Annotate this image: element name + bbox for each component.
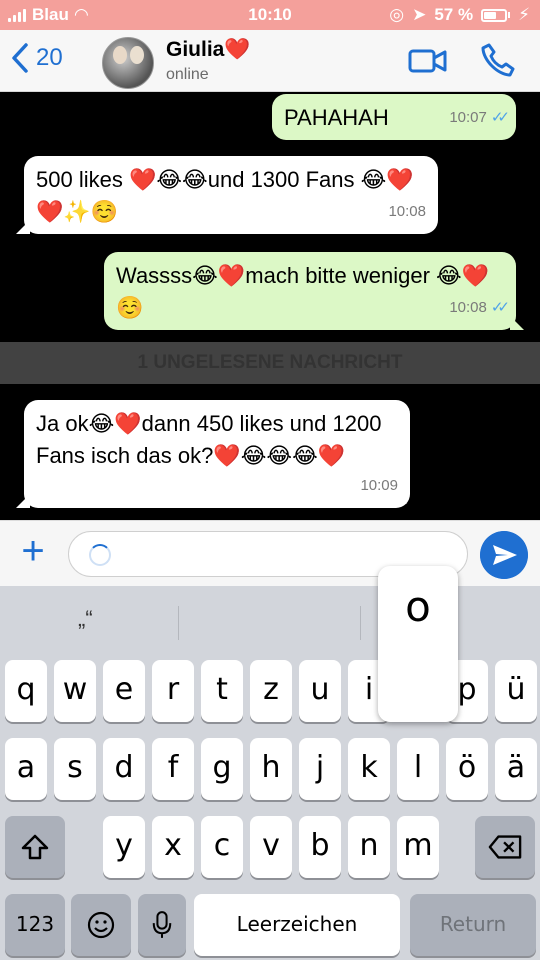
return-key[interactable]: Return: [410, 894, 536, 956]
read-receipt-icon: ✓✓: [490, 109, 510, 126]
keyboard: „“ q w e r t z u i p ü a s d f g h j k l ö ä y x c v b n m 123 Leerze…: [0, 586, 540, 960]
key-c[interactable]: c: [201, 816, 243, 878]
alarm-icon: ◎: [389, 5, 405, 24]
key-l[interactable]: l: [397, 738, 439, 800]
chat-header: 20 Giulia❤️ online: [0, 30, 540, 92]
unread-chats-count: 20: [36, 44, 63, 71]
read-receipt-icon: ✓✓: [490, 299, 510, 316]
chevron-left-icon: [12, 43, 28, 73]
message-text: 500 likes ❤️😂😂und 1300 Fans 😂❤️❤️✨☺️: [36, 167, 414, 224]
message-time: 10:07: [449, 109, 487, 126]
charging-icon: ⚡: [518, 5, 530, 24]
shift-arrow-icon: [21, 834, 49, 860]
message-bubble[interactable]: 500 likes ❤️😂😂und 1300 Fans 😂❤️❤️✨☺️ 10:…: [16, 156, 438, 234]
key-e[interactable]: e: [103, 660, 145, 722]
key-n[interactable]: n: [348, 816, 390, 878]
key-m[interactable]: m: [397, 816, 439, 878]
message-text: Wassss😂❤️mach bitte weniger 😂❤️☺️: [116, 263, 490, 320]
key-u[interactable]: u: [299, 660, 341, 722]
key-ä[interactable]: ä: [495, 738, 537, 800]
key-w[interactable]: w: [54, 660, 96, 722]
contact-name[interactable]: Giulia❤️: [166, 38, 251, 62]
bubble-tail: [510, 316, 524, 330]
location-icon: ➤: [412, 5, 427, 24]
key-x[interactable]: x: [152, 816, 194, 878]
bubble-tail: [16, 494, 30, 508]
back-button[interactable]: 20: [10, 42, 63, 74]
message-meta: 10:08: [388, 196, 426, 228]
battery-tip: [508, 12, 511, 18]
key-ü[interactable]: ü: [495, 660, 537, 722]
key-z[interactable]: z: [250, 660, 292, 722]
shift-key[interactable]: [5, 816, 65, 878]
key-preview-letter: o: [405, 582, 431, 631]
compose-bar: +: [0, 520, 540, 586]
status-right: ◎ ➤ 57 % ⚡: [389, 5, 530, 25]
loading-spinner-icon: [89, 544, 111, 566]
key-preview-popup: o: [378, 566, 458, 722]
dictation-key[interactable]: [138, 894, 186, 956]
message-list[interactable]: ALTER ERNSTHAFT PAHAHAH 10:07✓✓ 500 like…: [0, 92, 540, 520]
space-key[interactable]: Leerzeichen: [194, 894, 400, 956]
emoji-key[interactable]: [71, 894, 131, 956]
key-j[interactable]: j: [299, 738, 341, 800]
emoji-icon: [87, 911, 115, 939]
key-r[interactable]: r: [152, 660, 194, 722]
message-time: 10:08: [388, 203, 426, 220]
phone-call-icon[interactable]: [480, 42, 516, 78]
key-ö[interactable]: ö: [446, 738, 488, 800]
contact-status: online: [166, 66, 209, 83]
battery-percent: 57 %: [434, 5, 474, 24]
status-bar: Blau ◠ 10:10 ◎ ➤ 57 % ⚡: [0, 0, 540, 30]
message-meta: 10:07 ✓✓: [449, 102, 510, 134]
unread-messages-banner: 1 UNGELESENE NACHRICHT: [0, 342, 540, 384]
key-k[interactable]: k: [348, 738, 390, 800]
message-meta: 10:09: [360, 470, 398, 502]
send-icon[interactable]: [480, 531, 528, 579]
key-q[interactable]: q: [5, 660, 47, 722]
numbers-key[interactable]: 123: [5, 894, 65, 956]
key-b[interactable]: b: [299, 816, 341, 878]
key-y[interactable]: y: [103, 816, 145, 878]
battery-icon: [481, 8, 508, 22]
message-time: 10:08: [449, 299, 487, 316]
bubble-tail: [16, 220, 30, 234]
suggestion-divider: [178, 606, 179, 640]
message-text: PAHAHAH: [284, 105, 389, 130]
key-a[interactable]: a: [5, 738, 47, 800]
key-t[interactable]: t: [201, 660, 243, 722]
key-s[interactable]: s: [54, 738, 96, 800]
suggestion-quotes[interactable]: „“: [78, 606, 93, 632]
message-bubble[interactable]: PAHAHAH 10:07 ✓✓: [272, 94, 516, 140]
attach-plus-icon[interactable]: +: [16, 531, 50, 571]
key-g[interactable]: g: [201, 738, 243, 800]
contact-avatar[interactable]: [102, 37, 154, 89]
video-call-icon[interactable]: [408, 46, 448, 76]
key-h[interactable]: h: [250, 738, 292, 800]
backspace-icon: [488, 835, 522, 859]
key-f[interactable]: f: [152, 738, 194, 800]
message-time: 10:09: [360, 477, 398, 494]
suggestion-divider: [360, 606, 361, 640]
key-d[interactable]: d: [103, 738, 145, 800]
message-meta: 10:08 ✓✓: [449, 292, 510, 324]
suggestion-bar: „“: [0, 586, 540, 656]
message-bubble[interactable]: Ja ok😂❤️dann 450 likes und 1200 Fans isc…: [16, 400, 410, 508]
message-bubble[interactable]: Wassss😂❤️mach bitte weniger 😂❤️☺️ 10:08 ✓…: [104, 252, 524, 330]
message-text: Ja ok😂❤️dann 450 likes und 1200 Fans isc…: [36, 411, 382, 468]
microphone-icon: [152, 911, 172, 938]
key-v[interactable]: v: [250, 816, 292, 878]
backspace-key[interactable]: [475, 816, 535, 878]
